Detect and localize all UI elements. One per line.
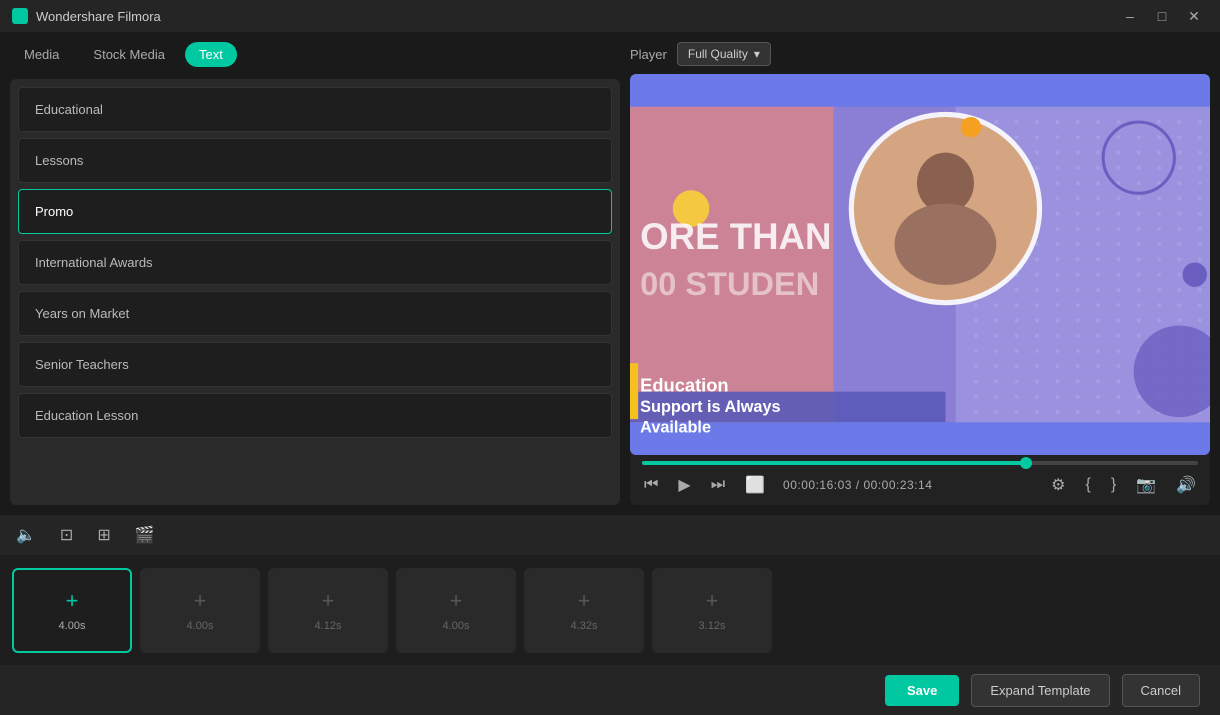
close-button[interactable]: ✕ [1180, 2, 1208, 30]
tab-media[interactable]: Media [10, 42, 73, 67]
svg-text:Education: Education [640, 375, 728, 396]
timeline: + 4.00s + 4.00s + 4.12s + 4.00s + 4.32s … [0, 555, 1220, 665]
minimize-button[interactable]: – [1116, 2, 1144, 30]
snapshot-button[interactable]: 📷 [1134, 473, 1158, 497]
template-item-international-awards[interactable]: International Awards [18, 240, 612, 285]
add-slot-icon-5: + [706, 588, 719, 614]
preview-svg: ORE THAN 00 STUDEN Lessons Education Sup… [630, 74, 1210, 455]
transform-button[interactable]: ⊞ [93, 521, 114, 549]
tab-bar: Media Stock Media Text [10, 42, 620, 67]
timeline-slot-0[interactable]: + 4.00s [12, 568, 132, 653]
action-bar: Save Expand Template Cancel [0, 665, 1220, 715]
app-icon [12, 8, 28, 24]
quality-selector[interactable]: Full Quality ▾ [677, 42, 771, 66]
player-controls: ⏮ ▶ ⏭ ⬜ 00:00:16:03 / 00:00:23:14 ⚙ { } … [630, 453, 1210, 505]
settings-button[interactable]: ⚙ [1049, 473, 1067, 497]
expand-template-button[interactable]: Expand Template [971, 674, 1109, 707]
quality-label: Full Quality [688, 47, 748, 61]
template-item-educational[interactable]: Educational [18, 87, 612, 132]
template-item-years-on-market[interactable]: Years on Market [18, 291, 612, 336]
timeline-slot-4[interactable]: + 4.32s [524, 568, 644, 653]
video-clip-button[interactable]: 🎬 [131, 521, 159, 549]
app-title-text: Wondershare Filmora [36, 9, 161, 24]
tab-stock-media[interactable]: Stock Media [79, 42, 179, 67]
add-slot-icon-1: + [194, 588, 207, 614]
bottom-toolbar: 🔈 ⊡ ⊞ 🎬 [0, 515, 1220, 555]
progress-fill [642, 461, 1026, 465]
svg-text:00 STUDEN: 00 STUDEN [640, 266, 819, 302]
template-list[interactable]: Educational Lessons Promo International … [10, 79, 620, 505]
add-slot-icon-2: + [322, 588, 335, 614]
slot-duration-4: 4.32s [571, 620, 598, 632]
svg-text:Available: Available [640, 418, 711, 436]
template-item-senior-teachers[interactable]: Senior Teachers [18, 342, 612, 387]
right-panel: Player Full Quality ▾ [630, 42, 1210, 505]
controls-left: ⏮ ▶ ⏭ ⬜ 00:00:16:03 / 00:00:23:14 [642, 473, 932, 497]
cancel-button[interactable]: Cancel [1122, 674, 1200, 707]
app-title: Wondershare Filmora [12, 8, 161, 24]
timeline-slot-3[interactable]: + 4.00s [396, 568, 516, 653]
timeline-slot-1[interactable]: + 4.00s [140, 568, 260, 653]
controls-right: ⚙ { } 📷 🔊 [1049, 473, 1198, 497]
add-slot-icon-0: + [66, 588, 79, 614]
player-label: Player [630, 47, 667, 62]
slot-duration-3: 4.00s [443, 620, 470, 632]
tab-text[interactable]: Text [185, 42, 237, 67]
svg-text:Support is Always: Support is Always [640, 398, 780, 416]
volume-button[interactable]: 🔊 [1174, 473, 1198, 497]
video-preview: ORE THAN 00 STUDEN Lessons Education Sup… [630, 74, 1210, 455]
player-bar: Player Full Quality ▾ [630, 42, 1210, 66]
slot-duration-1: 4.00s [187, 620, 214, 632]
titlebar: Wondershare Filmora – □ ✕ [0, 0, 1220, 32]
add-slot-icon-4: + [578, 588, 591, 614]
slot-duration-0: 4.00s [59, 620, 86, 632]
crop-button[interactable]: ⊡ [56, 521, 77, 549]
play-button[interactable]: ▶ [676, 473, 692, 497]
audio-button[interactable]: 🔈 [12, 521, 40, 549]
mark-in-button[interactable]: { [1083, 474, 1092, 496]
controls-row: ⏮ ▶ ⏭ ⬜ 00:00:16:03 / 00:00:23:14 ⚙ { } … [642, 473, 1198, 497]
svg-text:ORE THAN: ORE THAN [640, 216, 831, 257]
add-slot-icon-3: + [450, 588, 463, 614]
window-controls: – □ ✕ [1116, 2, 1208, 30]
loop-button[interactable]: ⬜ [743, 473, 767, 497]
template-item-lessons[interactable]: Lessons [18, 138, 612, 183]
progress-bar[interactable] [642, 461, 1198, 465]
progress-thumb[interactable] [1020, 457, 1032, 469]
template-item-education-lesson[interactable]: Education Lesson [18, 393, 612, 438]
total-time: 00:00:23:14 [863, 478, 932, 492]
time-display: 00:00:16:03 / 00:00:23:14 [783, 478, 932, 492]
timeline-slot-2[interactable]: + 4.12s [268, 568, 388, 653]
timeline-slot-5[interactable]: + 3.12s [652, 568, 772, 653]
main-content: Media Stock Media Text Educational Lesso… [0, 32, 1220, 515]
slot-duration-5: 3.12s [699, 620, 726, 632]
mark-out-button[interactable]: } [1109, 474, 1118, 496]
chevron-down-icon: ▾ [754, 47, 760, 61]
slot-duration-2: 4.12s [315, 620, 342, 632]
step-back-button[interactable]: ⏮ [642, 474, 660, 496]
save-button[interactable]: Save [885, 675, 959, 706]
current-time: 00:00:16:03 [783, 478, 852, 492]
maximize-button[interactable]: □ [1148, 2, 1176, 30]
left-panel: Media Stock Media Text Educational Lesso… [10, 42, 620, 505]
step-forward-button[interactable]: ⏭ [709, 474, 727, 496]
template-item-promo[interactable]: Promo [18, 189, 612, 234]
